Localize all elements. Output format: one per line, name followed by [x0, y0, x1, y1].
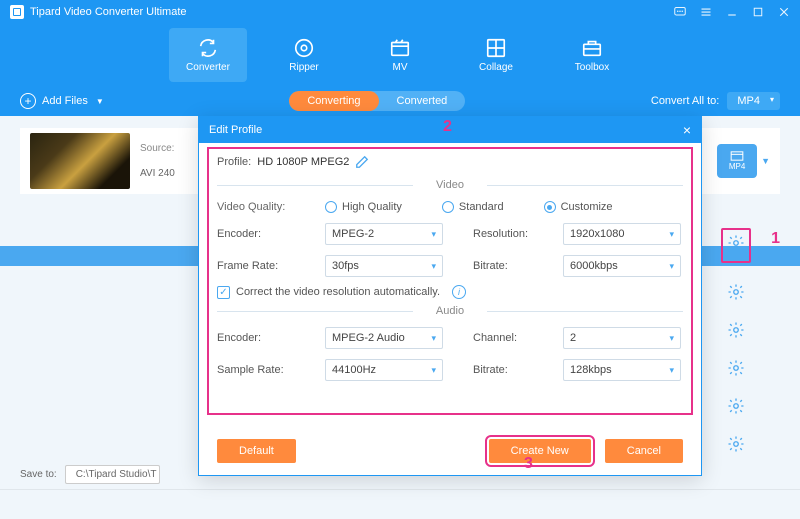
- tab-ripper[interactable]: Ripper: [265, 28, 343, 82]
- dialog-title: Edit Profile: [209, 124, 262, 136]
- gear-icon: [727, 234, 745, 252]
- sub-toolbar: + Add Files ▼ Converting Converted Conve…: [0, 86, 800, 116]
- tab-label: Converter: [186, 62, 230, 73]
- tab-label: Ripper: [289, 62, 318, 73]
- radio-customize[interactable]: Customize: [544, 201, 613, 213]
- gear-icon[interactable]: [727, 283, 745, 301]
- convert-all-dropdown[interactable]: MP4: [727, 92, 780, 110]
- video-thumbnail[interactable]: [30, 133, 130, 189]
- framerate-dropdown[interactable]: 30fps: [325, 255, 443, 277]
- main-tabs: Converter Ripper MV Collage Toolbox: [0, 24, 800, 86]
- maximize-icon[interactable]: [752, 6, 764, 18]
- profile-label: Profile:: [217, 156, 251, 168]
- tab-label: Toolbox: [575, 62, 609, 73]
- audio-bitrate-dropdown[interactable]: 128kbps: [563, 359, 681, 381]
- checkbox-icon: ✓: [217, 286, 230, 299]
- annotation-1: 1: [771, 230, 780, 248]
- radio-high-quality[interactable]: High Quality: [325, 201, 402, 213]
- info-icon[interactable]: i: [452, 285, 466, 299]
- video-encoder-label: Encoder:: [217, 228, 325, 240]
- radio-standard[interactable]: Standard: [442, 201, 504, 213]
- samplerate-label: Sample Rate:: [217, 364, 325, 376]
- gear-icon[interactable]: [727, 397, 745, 415]
- save-to-label: Save to:: [20, 469, 57, 480]
- video-bitrate-label: Bitrate:: [473, 260, 563, 272]
- close-icon[interactable]: [778, 6, 790, 18]
- tab-label: MV: [393, 62, 408, 73]
- auto-resolution-label: Correct the video resolution automatical…: [236, 286, 440, 298]
- gear-icon[interactable]: [727, 359, 745, 377]
- save-to-path[interactable]: C:\Tipard Studio\T: [65, 465, 160, 484]
- close-icon[interactable]: ×: [683, 122, 691, 138]
- chevron-down-icon: ▼: [96, 97, 104, 106]
- resolution-label: Resolution:: [473, 228, 563, 240]
- chevron-down-icon[interactable]: ▼: [761, 156, 770, 166]
- app-logo: [10, 5, 24, 19]
- samplerate-dropdown[interactable]: 44100Hz: [325, 359, 443, 381]
- video-quality-label: Video Quality:: [217, 201, 325, 213]
- audio-encoder-dropdown[interactable]: MPEG-2 Audio: [325, 327, 443, 349]
- titlebar: Tipard Video Converter Ultimate: [0, 0, 800, 24]
- feedback-icon[interactable]: [674, 6, 686, 18]
- gear-icon[interactable]: [727, 435, 745, 453]
- audio-encoder-label: Encoder:: [217, 332, 325, 344]
- save-to-row: Save to: C:\Tipard Studio\T: [20, 459, 160, 489]
- annotation-2: 2: [443, 118, 452, 136]
- plus-icon: +: [20, 93, 36, 109]
- settings-button-highlighted[interactable]: [721, 228, 751, 263]
- edit-icon[interactable]: [355, 155, 369, 169]
- tab-toolbox[interactable]: Toolbox: [553, 28, 631, 82]
- app-title: Tipard Video Converter Ultimate: [30, 6, 187, 18]
- output-format-badge[interactable]: MP4: [717, 144, 757, 178]
- convert-all-to: Convert All to: MP4: [651, 92, 780, 110]
- tab-converted[interactable]: Converted: [379, 91, 466, 111]
- create-new-button[interactable]: Create New: [489, 439, 591, 463]
- profile-value: HD 1080P MPEG2: [257, 156, 349, 168]
- tab-label: Collage: [479, 62, 513, 73]
- cancel-button[interactable]: Cancel: [605, 439, 683, 463]
- gear-icon[interactable]: [727, 321, 745, 339]
- tab-collage[interactable]: Collage: [457, 28, 535, 82]
- output-format-text: MP4: [729, 162, 745, 171]
- conversion-status-toggle[interactable]: Converting Converted: [289, 91, 465, 111]
- video-encoder-dropdown[interactable]: MPEG-2: [325, 223, 443, 245]
- add-files-label: Add Files: [42, 95, 88, 107]
- framerate-label: Frame Rate:: [217, 260, 325, 272]
- default-button[interactable]: Default: [217, 439, 296, 463]
- tab-converter[interactable]: Converter: [169, 28, 247, 82]
- add-files-button[interactable]: + Add Files ▼: [20, 93, 104, 109]
- video-section-header: Video: [217, 179, 683, 191]
- minimize-icon[interactable]: [726, 6, 738, 18]
- annotation-3: 3: [524, 455, 533, 473]
- convert-all-label: Convert All to:: [651, 95, 719, 107]
- menu-icon[interactable]: [700, 6, 712, 18]
- video-bitrate-dropdown[interactable]: 6000kbps: [563, 255, 681, 277]
- audio-section-header: Audio: [217, 305, 683, 317]
- tab-mv[interactable]: MV: [361, 28, 439, 82]
- channel-dropdown[interactable]: 2: [563, 327, 681, 349]
- channel-label: Channel:: [473, 332, 563, 344]
- audio-bitrate-label: Bitrate:: [473, 364, 563, 376]
- footer-bar: [0, 489, 800, 519]
- tab-converting[interactable]: Converting: [289, 91, 378, 111]
- edit-profile-dialog: Edit Profile × Profile: HD 1080P MPEG2 V…: [198, 116, 702, 476]
- auto-resolution-checkbox[interactable]: ✓ Correct the video resolution automatic…: [217, 285, 683, 299]
- resolution-dropdown[interactable]: 1920x1080: [563, 223, 681, 245]
- settings-column: [712, 228, 760, 453]
- source-label: Source:: [140, 143, 174, 154]
